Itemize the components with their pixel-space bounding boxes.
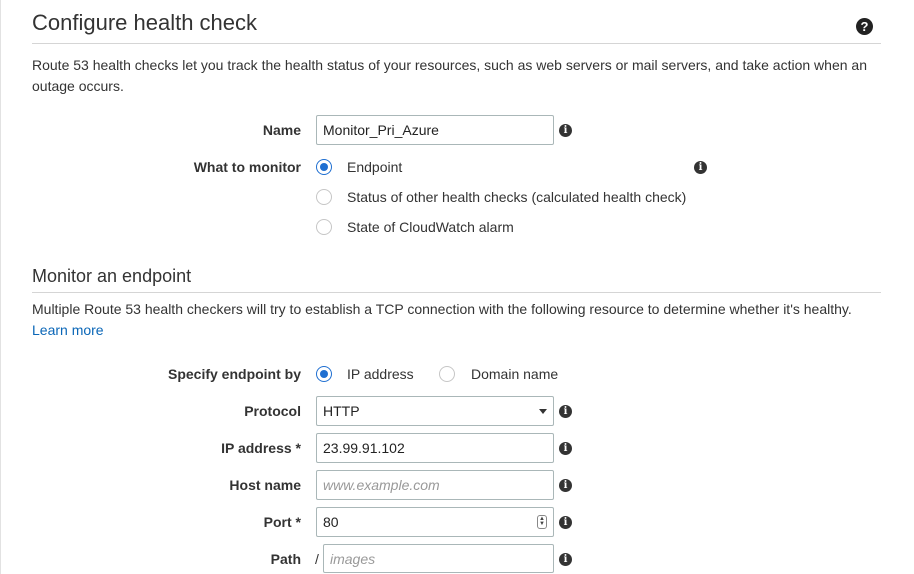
- specify-domain-label[interactable]: Domain name: [471, 366, 558, 382]
- protocol-value: HTTP: [323, 403, 360, 419]
- page-title: Configure health check: [32, 10, 258, 35]
- monitor-endpoint-label[interactable]: Endpoint: [347, 159, 402, 175]
- specify-ip-radio[interactable]: [316, 366, 332, 382]
- protocol-label: Protocol: [244, 403, 301, 419]
- protocol-info-icon[interactable]: i: [559, 405, 572, 418]
- path-input[interactable]: images: [323, 544, 554, 573]
- specify-domain-radio[interactable]: [439, 366, 455, 382]
- monitor-info-icon[interactable]: i: [694, 161, 707, 174]
- specify-ip-label[interactable]: IP address: [347, 366, 414, 382]
- port-value: 80: [323, 514, 339, 530]
- name-input[interactable]: Monitor_Pri_Azure: [316, 115, 554, 145]
- host-input[interactable]: www.example.com: [316, 470, 554, 500]
- ip-value: 23.99.91.102: [323, 440, 405, 456]
- port-label: Port *: [263, 514, 301, 530]
- monitor-calculated-label[interactable]: Status of other health checks (calculate…: [347, 189, 686, 205]
- monitor-calculated-radio[interactable]: [316, 189, 332, 205]
- ip-label: IP address *: [221, 440, 301, 456]
- learn-more-link[interactable]: Learn more: [32, 322, 104, 338]
- port-input[interactable]: 80 ▲ ▼: [316, 507, 554, 537]
- path-placeholder: images: [330, 550, 376, 567]
- name-value: Monitor_Pri_Azure: [323, 122, 439, 138]
- section-description: Multiple Route 53 health checkers will t…: [32, 299, 892, 341]
- ip-info-icon[interactable]: i: [559, 442, 572, 455]
- monitor-cloudwatch-radio[interactable]: [316, 219, 332, 235]
- name-label: Name: [262, 122, 301, 138]
- section-divider: [32, 292, 881, 293]
- path-prefix: /: [315, 551, 319, 567]
- section-title: Monitor an endpoint: [32, 266, 192, 286]
- host-label: Host name: [229, 477, 301, 493]
- chevron-down-icon: [539, 408, 547, 414]
- path-info-icon[interactable]: i: [559, 553, 572, 566]
- specify-label: Specify endpoint by: [167, 366, 301, 382]
- name-info-icon[interactable]: i: [559, 124, 572, 137]
- page-description: Route 53 health checks let you track the…: [32, 57, 867, 94]
- host-placeholder: www.example.com: [323, 477, 440, 493]
- protocol-select[interactable]: HTTP: [316, 396, 554, 426]
- header-divider: [32, 43, 881, 44]
- ip-input[interactable]: 23.99.91.102: [316, 433, 554, 463]
- monitor-endpoint-radio[interactable]: [316, 159, 332, 175]
- stepper-icon[interactable]: ▲ ▼: [537, 515, 547, 529]
- section-description-text: Multiple Route 53 health checkers will t…: [32, 301, 852, 317]
- left-border: [0, 0, 1, 574]
- monitor-label: What to monitor: [193, 159, 301, 175]
- monitor-cloudwatch-label[interactable]: State of CloudWatch alarm: [347, 219, 514, 235]
- host-info-icon[interactable]: i: [559, 479, 572, 492]
- path-label: Path: [270, 551, 301, 567]
- port-info-icon[interactable]: i: [559, 516, 572, 529]
- help-icon[interactable]: ?: [856, 18, 873, 35]
